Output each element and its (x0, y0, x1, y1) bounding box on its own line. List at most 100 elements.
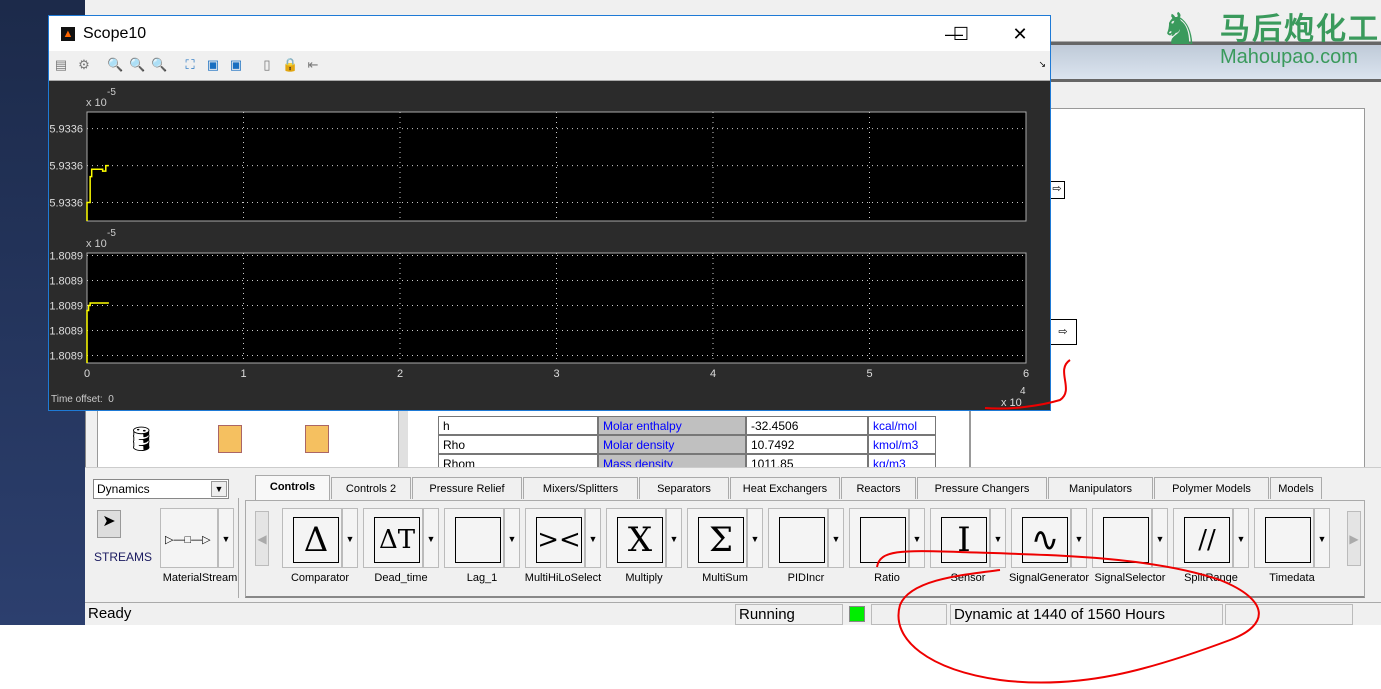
autoscale-icon[interactable]: ⛶ (182, 57, 198, 73)
pidincr-icon (779, 517, 825, 563)
scroll-left-button[interactable]: ◀ (255, 511, 269, 566)
block-pidincr[interactable]: ▼ PIDIncr (768, 508, 846, 584)
scope-plot[interactable]: 5.93365.93365.9336x 10-51.80891.80891.80… (49, 81, 1050, 411)
tab-manipulators[interactable]: Manipulators (1048, 477, 1153, 499)
multisum-icon: Σ (698, 517, 744, 563)
chevron-down-icon[interactable]: ▼ (218, 508, 234, 568)
print-icon[interactable]: ▤ (53, 57, 69, 73)
block-button[interactable]: I (930, 508, 990, 568)
category-select[interactable]: Dynamics ▼ (93, 479, 229, 499)
result-value[interactable]: 10.7492 (746, 435, 868, 454)
block-button[interactable] (768, 508, 828, 568)
tab-polymer-models[interactable]: Polymer Models (1154, 477, 1269, 499)
tab-separators[interactable]: Separators (639, 477, 729, 499)
tab-controls-2[interactable]: Controls 2 (331, 477, 411, 499)
scope-title-bar[interactable]: ▲ Scope10 — ☐ ✕ (49, 16, 1050, 51)
chevron-down-icon[interactable]: ▼ (1314, 508, 1330, 568)
select-pointer-button[interactable]: ➤ (97, 510, 121, 538)
chevron-down-icon[interactable]: ▼ (342, 508, 358, 568)
block-button[interactable] (444, 508, 504, 568)
chevron-down-icon[interactable]: ▼ (585, 508, 601, 568)
block-button[interactable] (1254, 508, 1314, 568)
tab-heat-exchangers[interactable]: Heat Exchangers (730, 477, 840, 499)
chevron-down-icon[interactable]: ▼ (1071, 508, 1087, 568)
zoom-x-icon[interactable]: 🔍 (129, 57, 145, 73)
maximize-button[interactable]: ☐ (946, 22, 976, 46)
block-button[interactable] (1092, 508, 1152, 568)
scope-title: Scope10 (83, 25, 147, 42)
y-tick-label: 5.9336 (49, 198, 83, 210)
block-button[interactable]: // (1173, 508, 1233, 568)
time-offset-value: 0 (108, 394, 114, 405)
x-tick-label: 6 (1023, 368, 1029, 380)
status-bar: Ready Running Dynamic at 1440 of 1560 Ho… (85, 602, 1381, 625)
progress-text: Dynamic at 1440 of 1560 Hours (954, 606, 1165, 623)
chevron-down-icon[interactable]: ▼ (423, 508, 439, 568)
ratio-icon (860, 517, 906, 563)
folder-icon[interactable] (305, 425, 329, 453)
chevron-down-icon[interactable]: ▼ (747, 508, 763, 568)
block-button[interactable]: Δ (282, 508, 342, 568)
block-signalselector[interactable]: ▼ SignalSelector (1092, 508, 1170, 584)
result-desc: Molar density (598, 435, 746, 454)
logo-text-cn: 马后炮化工 (1220, 13, 1380, 46)
block-multiply[interactable]: X ▼ Multiply (606, 508, 684, 584)
chevron-down-icon[interactable]: ▼ (909, 508, 925, 568)
tab-pressure-relief[interactable]: Pressure Relief (412, 477, 522, 499)
block-label: Timedata (1269, 572, 1315, 584)
chevron-down-icon[interactable]: ▼ (211, 481, 227, 497)
tab-models[interactable]: Models (1270, 477, 1322, 499)
block-symbol[interactable]: ⇨ (1049, 181, 1065, 199)
tab-controls[interactable]: Controls (255, 475, 330, 500)
block-button[interactable]: ∿ (1011, 508, 1071, 568)
dock-arrow-icon[interactable]: ↘ (1038, 59, 1046, 70)
chevron-down-icon[interactable]: ▼ (990, 508, 1006, 568)
splitter[interactable] (398, 411, 408, 469)
block-button[interactable]: ΔT (363, 508, 423, 568)
chevron-down-icon[interactable]: ▼ (666, 508, 682, 568)
block-ratio[interactable]: ▼ Ratio (849, 508, 927, 584)
x-tick-label: 2 (397, 368, 403, 380)
zoom-y-icon[interactable]: 🔍 (151, 57, 167, 73)
floating-scope-icon[interactable]: ▯ (259, 57, 275, 73)
lock-axes-icon[interactable]: 🔒 (282, 57, 298, 73)
block-comparator[interactable]: Δ ▼ Comparator (282, 508, 360, 584)
material-stream-block[interactable]: ▷—□—▷ ▼ MaterialStream (160, 508, 238, 584)
signal-selection-icon[interactable]: ⇤ (305, 57, 321, 73)
tab-reactors[interactable]: Reactors (841, 477, 916, 499)
run-status-text: Running (739, 606, 795, 623)
restore-axes-icon[interactable]: ▣ (228, 57, 244, 73)
signalgenerator-icon: ∿ (1022, 517, 1068, 563)
block-button[interactable]: X (606, 508, 666, 568)
folder-icon[interactable] (218, 425, 242, 453)
chevron-down-icon[interactable]: ▼ (828, 508, 844, 568)
close-button[interactable]: ✕ (1005, 22, 1035, 46)
block-button[interactable] (849, 508, 909, 568)
block-multihiloselect[interactable]: >< ▼ MultiHiLoSelect (525, 508, 603, 584)
block-symbol[interactable]: ⇨ (1049, 319, 1077, 345)
scroll-right-button[interactable]: ▶ (1347, 511, 1361, 566)
results-panel: 🛢 h Molar enthalpy -32.4506 kcal/mol Rho… (97, 410, 970, 473)
block-signalgenerator[interactable]: ∿ ▼ SignalGenerator (1009, 508, 1089, 584)
block-splitrange[interactable]: //▼ SplitRange (1173, 508, 1251, 584)
status-pane (1225, 604, 1353, 625)
matlab-icon: ▲ (61, 27, 75, 41)
result-value[interactable]: -32.4506 (746, 416, 868, 435)
tab-pressure-changers[interactable]: Pressure Changers (917, 477, 1047, 499)
chevron-down-icon[interactable]: ▼ (504, 508, 520, 568)
chevron-down-icon[interactable]: ▼ (1152, 508, 1168, 568)
block-button[interactable]: >< (525, 508, 585, 568)
block-multisum[interactable]: Σ ▼ MultiSum (687, 508, 765, 584)
x-multiplier: x 10 (1001, 397, 1022, 409)
block-dead_time[interactable]: ΔT ▼ Dead_time (363, 508, 441, 584)
parameters-icon[interactable]: ⚙ (76, 57, 92, 73)
zoom-icon[interactable]: 🔍 (107, 57, 123, 73)
result-name: Rho (438, 435, 598, 454)
chevron-down-icon[interactable]: ▼ (1233, 508, 1249, 568)
block-timedata[interactable]: ▼ Timedata (1254, 508, 1332, 584)
block-lag_1[interactable]: ▼ Lag_1 (444, 508, 522, 584)
block-sensor[interactable]: I ▼ Sensor (930, 508, 1008, 584)
tab-mixers-splitters[interactable]: Mixers/Splitters (523, 477, 638, 499)
block-button[interactable]: Σ (687, 508, 747, 568)
save-axes-icon[interactable]: ▣ (205, 57, 221, 73)
